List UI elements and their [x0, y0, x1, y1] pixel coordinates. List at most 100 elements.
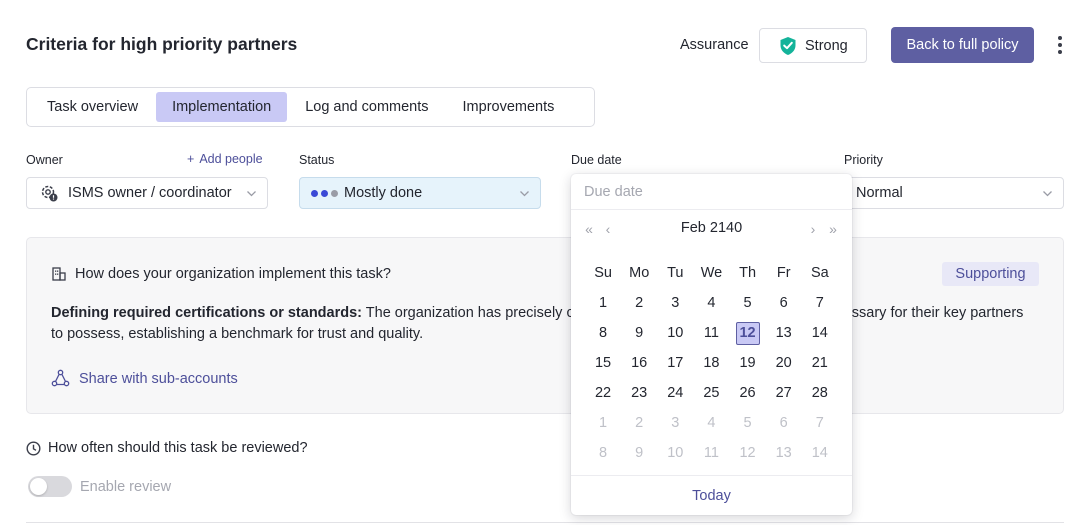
weekday-label: Su [594, 265, 612, 281]
calendar-day[interactable]: 1 [585, 408, 621, 438]
calendar-day[interactable]: 28 [802, 378, 838, 408]
priority-select[interactable]: Normal [844, 177, 1064, 209]
chevron-right-icon[interactable]: › [805, 221, 821, 237]
status-dot [321, 189, 328, 197]
calendar-day[interactable]: 11 [693, 438, 729, 468]
calendar-day[interactable]: 26 [730, 378, 766, 408]
calendar-day-selected[interactable]: 12 [730, 318, 766, 348]
description-heading: Defining required certifications or stan… [51, 305, 362, 321]
weekday-label: Tu [667, 265, 684, 281]
calendar-day[interactable]: 7 [802, 288, 838, 318]
assurance-value: Strong [805, 37, 848, 54]
clock-icon [26, 440, 41, 456]
calendar-day[interactable]: 14 [802, 438, 838, 468]
weekday-label: Sa [810, 265, 829, 281]
shield-icon [779, 36, 797, 56]
due-date-input[interactable]: Due date [571, 174, 852, 210]
calendar-day[interactable]: 4 [693, 408, 729, 438]
priority-label: Priority [844, 153, 883, 167]
calendar-day[interactable]: 24 [657, 378, 693, 408]
today-button[interactable]: Today [571, 475, 852, 515]
calendar-day[interactable]: 6 [766, 408, 802, 438]
calendar-day[interactable]: 25 [693, 378, 729, 408]
chevron-down-icon [246, 188, 257, 199]
calendar-day[interactable]: 15 [585, 348, 621, 378]
calendar-day[interactable]: 17 [657, 348, 693, 378]
calendar-week-row: 8 9 10 11 12 13 14 [585, 318, 838, 348]
kebab-vertical-icon[interactable] [1052, 33, 1068, 57]
description-text-line2: to possess, establishing a benchmark for… [51, 326, 424, 342]
calendar-day[interactable]: 3 [657, 288, 693, 318]
review-question-text: How often should this task be reviewed? [48, 440, 308, 456]
calendar-day[interactable]: 2 [621, 408, 657, 438]
add-people-link[interactable]: + Add people [187, 152, 263, 166]
divider [26, 522, 1064, 523]
selected-day-label: 12 [735, 321, 760, 345]
add-people-label: Add people [199, 152, 263, 166]
status-label: Status [299, 153, 335, 167]
owner-value: ISMS owner / coordinator [68, 185, 232, 201]
owner-select[interactable]: ISMS owner / coordinator [26, 177, 268, 209]
chevron-down-icon [1042, 188, 1053, 199]
calendar-day[interactable]: 22 [585, 378, 621, 408]
calendar-day[interactable]: 23 [621, 378, 657, 408]
weekday-label: Th [739, 265, 757, 281]
calendar-day[interactable]: 27 [766, 378, 802, 408]
calendar-day[interactable]: 3 [657, 408, 693, 438]
calendar-week-row: 1234567 [585, 288, 838, 318]
calendar-day[interactable]: 12 [730, 438, 766, 468]
calendar-weeks: 1 2 3 4 5 6 7 8 9 10 11 12 13 14 15 16 17 18 19 20 21 22 23 24 2… [585, 288, 838, 468]
owner-label: Owner [26, 153, 63, 167]
status-dot [311, 189, 318, 197]
calendar-day[interactable]: 14 [802, 318, 838, 348]
tab-implementation[interactable]: Implementation [156, 92, 288, 122]
calendar-day[interactable]: 11 [693, 318, 729, 348]
share-link-label: Share with sub-accounts [79, 370, 238, 387]
status-select[interactable]: Mostly done [299, 177, 541, 209]
supporting-badge: Supporting [942, 262, 1039, 286]
calendar-day[interactable]: 2 [621, 288, 657, 318]
tab-log-and-comments[interactable]: Log and comments [289, 92, 444, 122]
enable-review-label: Enable review [80, 479, 172, 495]
weekday-header: Su Mo Tu We Th Fr Sa [585, 258, 838, 288]
calendar-day[interactable]: 5 [730, 408, 766, 438]
calendar-day[interactable]: 16 [621, 348, 657, 378]
implementation-question-text: How does your organization implement thi… [75, 266, 391, 282]
calendar-day[interactable]: 4 [693, 288, 729, 318]
calendar-week-row: 22 23 24 25 26 27 28 [585, 378, 838, 408]
tab-bar: Task overview Implementation Log and com… [26, 87, 595, 127]
tab-task-overview[interactable]: Task overview [31, 92, 154, 122]
progress-dots-icon [311, 189, 338, 197]
back-to-full-policy-button[interactable]: Back to full policy [891, 27, 1034, 63]
double-chevron-right-icon[interactable]: » [825, 221, 841, 237]
calendar-day[interactable]: 19 [730, 348, 766, 378]
building-icon [51, 266, 67, 282]
calendar-day[interactable]: 20 [766, 348, 802, 378]
due-date-label: Due date [571, 153, 622, 167]
calendar-day[interactable]: 21 [802, 348, 838, 378]
calendar-day[interactable]: 1 [585, 288, 621, 318]
calendar-week-row: 15 16 17 18 19 20 21 [585, 348, 838, 378]
calendar-day[interactable]: 8 [585, 438, 621, 468]
enable-review-toggle[interactable] [28, 476, 72, 497]
implementation-description: Defining required certifications or stan… [51, 303, 1046, 345]
calendar-day[interactable]: 6 [766, 288, 802, 318]
calendar-day[interactable]: 18 [693, 348, 729, 378]
calendar-week-row: 8 9 10 11 12 13 14 [585, 438, 838, 468]
user-gear-icon [39, 183, 59, 203]
calendar-day[interactable]: 9 [621, 318, 657, 348]
share-network-icon [51, 369, 70, 388]
tab-improvements[interactable]: Improvements [447, 92, 571, 122]
assurance-selector[interactable]: Strong [759, 28, 867, 63]
calendar-day[interactable]: 7 [802, 408, 838, 438]
calendar-day[interactable]: 9 [621, 438, 657, 468]
calendar-day[interactable]: 13 [766, 318, 802, 348]
review-question: How often should this task be reviewed? [26, 440, 308, 456]
calendar-day[interactable]: 10 [657, 318, 693, 348]
calendar-day[interactable]: 5 [730, 288, 766, 318]
calendar-day[interactable]: 10 [657, 438, 693, 468]
calendar-day[interactable]: 8 [585, 318, 621, 348]
share-with-sub-accounts-link[interactable]: Share with sub-accounts [51, 369, 238, 388]
page-title: Criteria for high priority partners [26, 34, 298, 54]
calendar-day[interactable]: 13 [766, 438, 802, 468]
